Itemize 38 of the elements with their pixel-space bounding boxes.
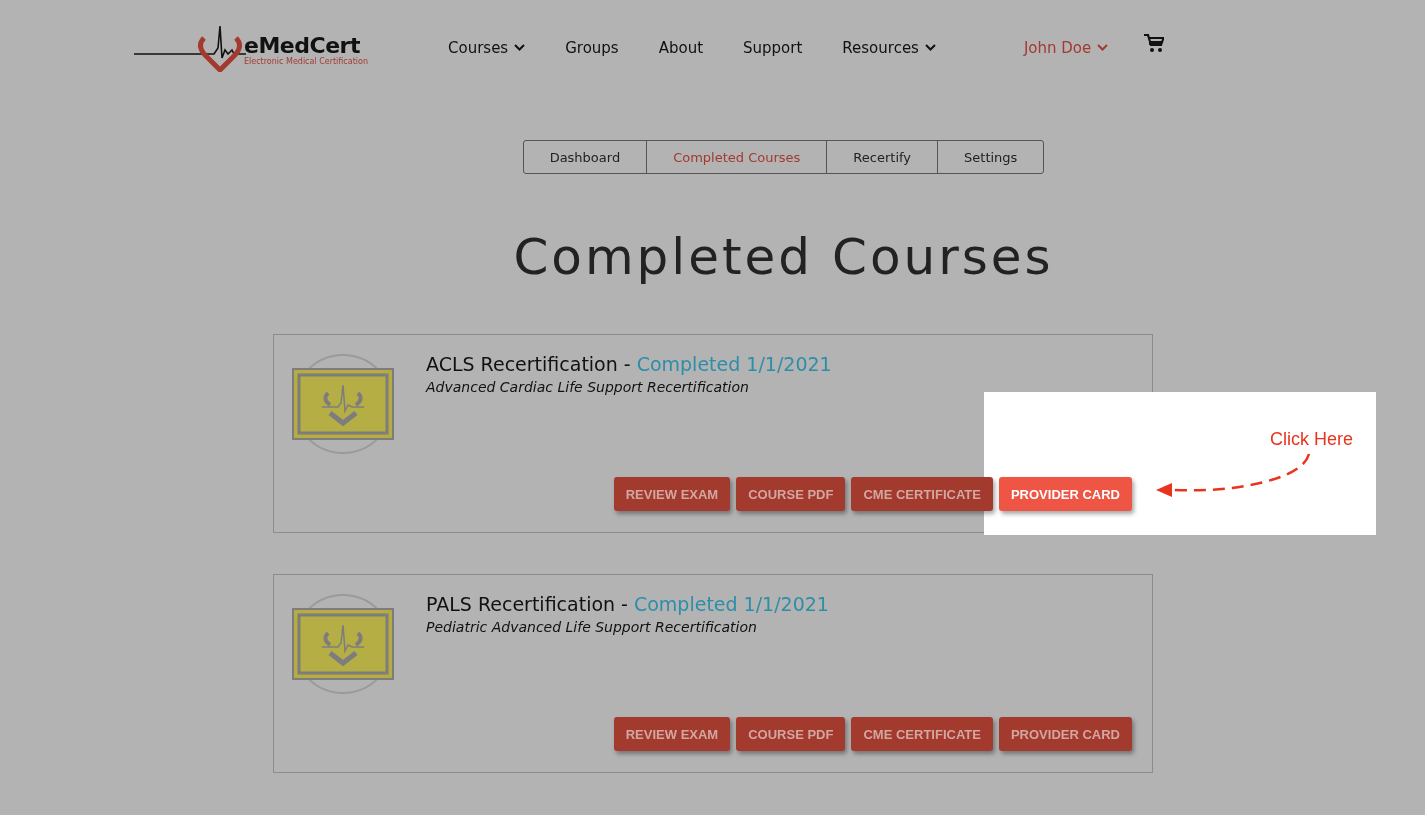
user-menu[interactable]: John Doe bbox=[1023, 38, 1109, 57]
completion-status: Completed 1/1/2021 bbox=[636, 353, 832, 375]
action-button[interactable]: PROVIDER CARD bbox=[998, 717, 1132, 751]
action-button[interactable]: REVIEW EXAM bbox=[613, 717, 731, 751]
completion-status: Completed 1/1/2021 bbox=[633, 593, 829, 615]
course-title: ACLS Recertification bbox=[426, 353, 618, 375]
chevron-down-icon bbox=[514, 44, 526, 51]
logo-name: eMedCert bbox=[244, 33, 360, 58]
certificate-icon bbox=[292, 593, 394, 695]
certificate-icon bbox=[292, 353, 394, 455]
action-button[interactable]: PROVIDER CARD bbox=[998, 477, 1132, 511]
course-subtitle: Advanced Cardiac Life Support Recertification bbox=[426, 379, 750, 395]
logo-tagline: Electronic Medical Certification bbox=[244, 57, 368, 66]
separator: - bbox=[621, 593, 628, 615]
page-title: Completed Courses bbox=[512, 227, 1055, 288]
tab[interactable]: Completed Courses bbox=[646, 141, 827, 173]
action-button[interactable]: CME CERTIFICATE bbox=[851, 477, 993, 511]
cart-icon[interactable] bbox=[1144, 34, 1165, 53]
tab[interactable]: Dashboard bbox=[523, 141, 647, 173]
action-button[interactable]: COURSE PDF bbox=[736, 717, 846, 751]
action-button[interactable]: COURSE PDF bbox=[736, 477, 846, 511]
nav-link[interactable]: Resources bbox=[842, 38, 936, 57]
callout-text: Click Here bbox=[1270, 429, 1353, 450]
tab[interactable]: Recertify bbox=[826, 141, 938, 173]
separator: - bbox=[623, 353, 631, 375]
nav-link[interactable]: Support bbox=[743, 38, 803, 57]
action-button[interactable]: CME CERTIFICATE bbox=[851, 717, 993, 751]
logo[interactable]: eMedCert Electronic Medical Certification bbox=[134, 23, 368, 72]
action-button[interactable]: REVIEW EXAM bbox=[613, 477, 731, 511]
chevron-down-icon bbox=[1097, 44, 1109, 51]
nav-link[interactable]: Courses bbox=[448, 38, 526, 57]
course-subtitle: Pediatric Advanced Life Support Recertification bbox=[426, 619, 758, 635]
chevron-down-icon bbox=[924, 44, 936, 51]
tab[interactable]: Settings bbox=[937, 141, 1044, 173]
heart-pulse-logo-icon bbox=[134, 23, 246, 72]
nav-link[interactable]: Groups bbox=[565, 38, 619, 57]
course-title: PALS Recertification bbox=[426, 593, 616, 615]
nav-link[interactable]: About bbox=[658, 38, 704, 57]
